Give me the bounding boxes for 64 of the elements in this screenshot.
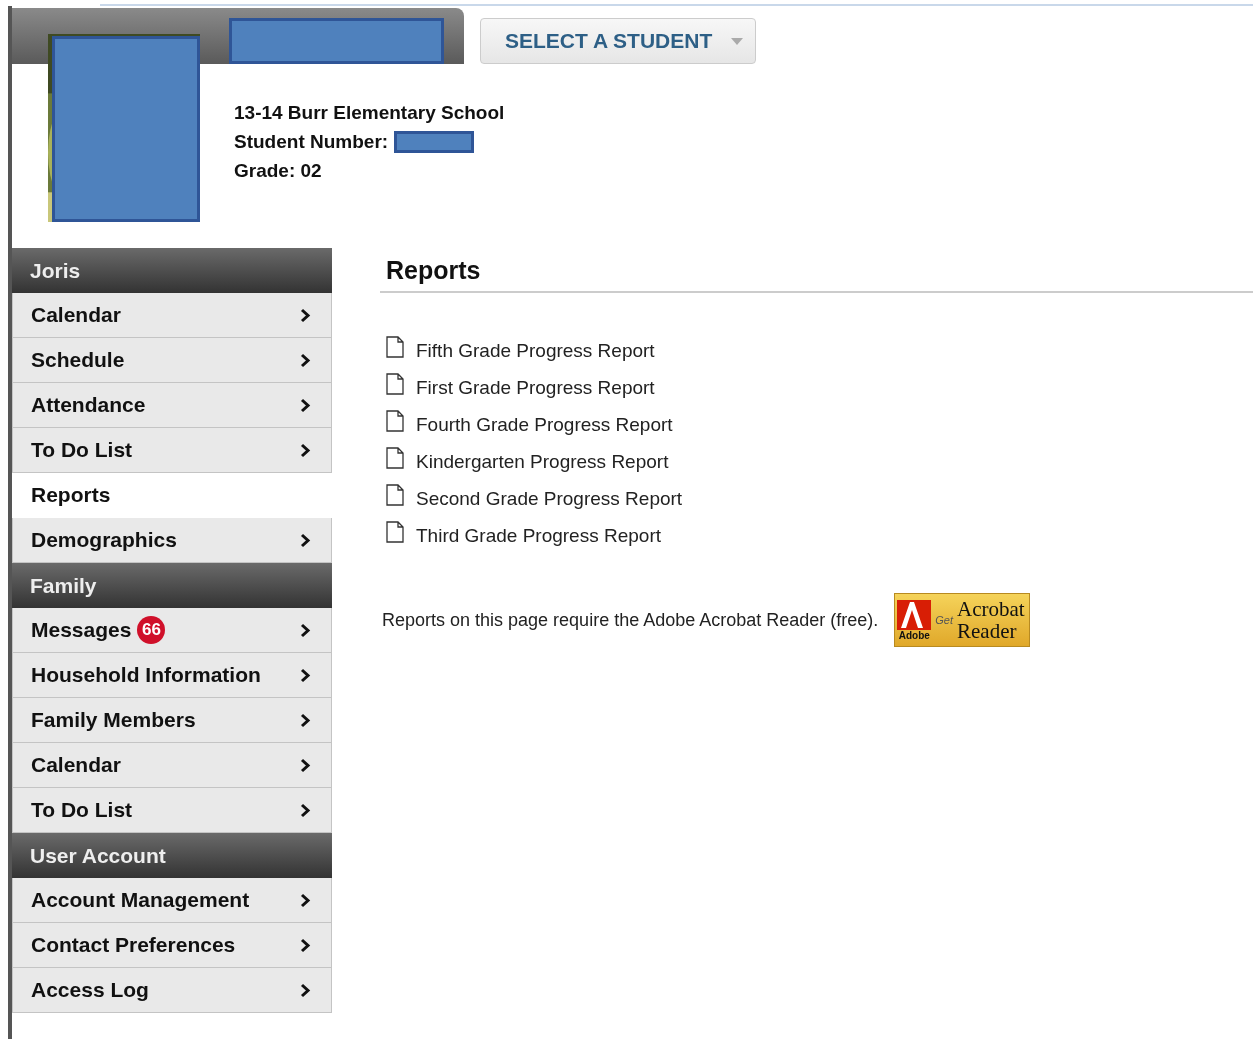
chevron-icon [300,397,311,413]
sidebar-item-label: Access Log [31,978,149,1002]
chevron-icon [300,442,311,458]
sidebar-item-label: To Do List [31,798,133,822]
sidebar-item-label: Calendar [31,303,121,327]
report-link[interactable]: Third Grade Progress Report [386,520,1253,547]
sidebar-item[interactable]: Family Members [12,698,332,743]
chevron-icon [300,532,311,548]
document-icon [386,484,404,506]
sidebar-section-header: User Account [12,833,332,878]
sidebar-item[interactable]: Calendar [12,743,332,788]
document-icon [386,521,404,543]
document-icon [386,410,404,432]
sidebar-item[interactable]: Account Management [12,878,332,923]
report-link[interactable]: Second Grade Progress Report [386,483,1253,510]
sidebar-item-label: Account Management [31,888,250,912]
sidebar-item-label: Demographics [31,528,177,552]
sidebar-item[interactable]: Schedule [12,338,332,383]
sidebar-item[interactable]: Calendar [12,293,332,338]
chevron-icon [300,757,311,773]
sidebar-item-label: Calendar [31,753,121,777]
sidebar-item[interactable]: Contact Preferences [12,923,332,968]
document-icon [386,447,404,469]
report-link[interactable]: First Grade Progress Report [386,372,1253,399]
caret-icon [731,37,743,45]
sidebar-item-label: Family Members [31,708,196,732]
chevron-icon [300,352,311,368]
report-link[interactable]: Kindergarten Progress Report [386,446,1253,473]
chevron-icon [300,307,311,323]
chevron-icon [300,982,311,998]
sidebar-item-label: To Do List [31,438,133,462]
select-student-dropdown[interactable]: SELECT A STUDENT [480,18,756,64]
adobe-logo-icon [897,599,932,630]
page-title: Reports [380,256,1253,293]
chevron-icon [300,937,311,953]
sidebar-item[interactable]: To Do List [12,428,332,473]
sidebar-item-label: Schedule [31,348,125,372]
grade-label: Grade: 02 [234,159,323,183]
report-link[interactable]: Fourth Grade Progress Report [386,409,1253,436]
sidebar-item[interactable]: Access Log [12,968,332,1013]
report-link[interactable]: Fifth Grade Progress Report [386,335,1253,362]
chevron-icon [300,802,311,818]
document-icon [386,373,404,395]
sidebar-section-header: Joris [12,248,332,293]
message-count-badge: 66 [137,616,166,644]
sidebar-item[interactable]: Household Information [12,653,332,698]
sidebar-item[interactable]: To Do List [12,788,332,833]
chevron-icon [300,667,311,683]
sidebar-item[interactable]: Demographics [12,518,332,563]
sidebar-section-header: Family [12,563,332,608]
sidebar-item[interactable]: Messages 66 [12,608,332,653]
acrobat-requirement-note: Reports on this page require the Adobe Acrobat Reader (free). [382,609,879,631]
chevron-icon [300,622,311,638]
student-number-label: Student Number: [234,130,389,154]
sidebar-item-label: Household Information [31,663,261,687]
document-icon [386,336,404,358]
sidebar-item-label: Contact Preferences [31,933,236,957]
sidebar-item[interactable]: Attendance [12,383,332,428]
chevron-icon [300,892,311,908]
sidebar-item-label: Messages [31,618,132,642]
sidebar-item-label: Reports [31,483,111,507]
chevron-icon [300,712,311,728]
sidebar-item-label: Attendance [31,393,146,417]
school-name: 13-14 Burr Elementary School [234,101,506,125]
